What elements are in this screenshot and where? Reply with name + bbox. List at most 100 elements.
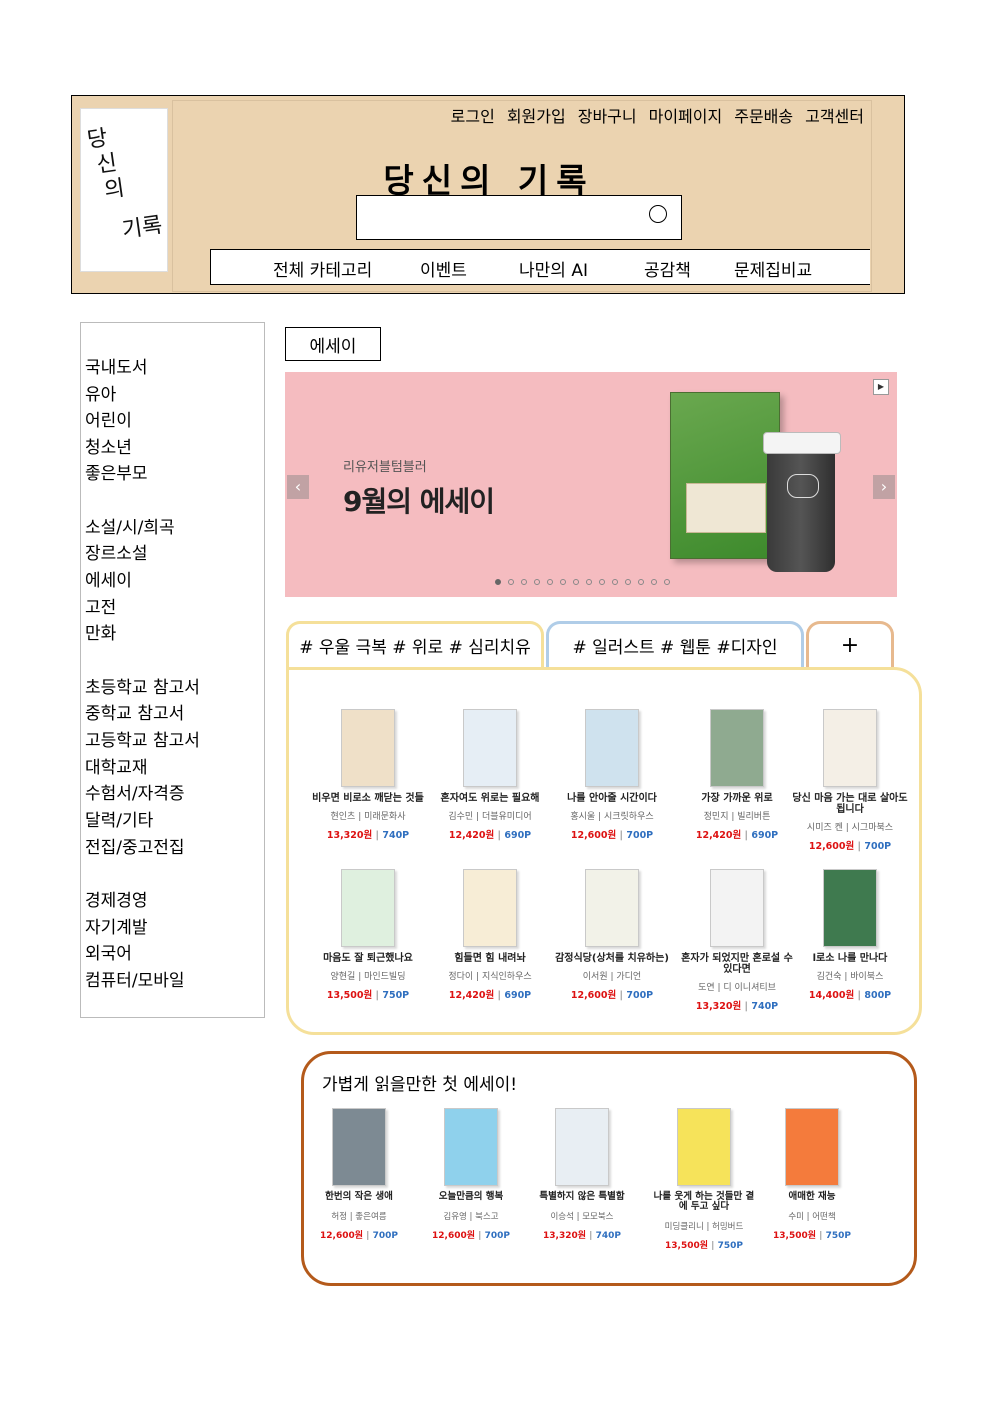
pagination-dot[interactable]	[495, 579, 501, 585]
cart-link[interactable]: 장바구니	[578, 103, 637, 127]
promo-banner[interactable]: 리유저블텀블러 9월의 에세이 ‹ › ▶	[285, 372, 897, 597]
book-cover-image[interactable]	[585, 709, 639, 787]
book-title[interactable]: 한번의 작은 생애	[307, 1192, 411, 1202]
book-cover-image[interactable]	[341, 869, 395, 947]
book-card[interactable]: 혼자여도 위로는 필요해 김수민 | 더블유미디어 12,420원 | 690P	[431, 709, 549, 841]
book-cover-image[interactable]	[677, 1108, 731, 1186]
book-card[interactable]: 가장 가까운 위로 정민지 | 빌리버튼 12,420원 | 690P	[678, 709, 796, 841]
sidebar-item-infant[interactable]: 유아	[85, 380, 116, 405]
pagination-dot[interactable]	[508, 579, 514, 585]
sidebar-item-classics[interactable]: 고전	[85, 593, 116, 618]
book-cover-image[interactable]	[555, 1108, 609, 1186]
book-title[interactable]: 비우면 비로소 깨닫는 것들	[309, 793, 427, 804]
tab-add-button[interactable]: +	[806, 621, 894, 667]
book-cover-image[interactable]	[332, 1108, 386, 1186]
book-card[interactable]: 특별하지 않은 특별함 이승석 | 모모북스 13,320원 | 740P	[530, 1108, 634, 1241]
customer-center-link[interactable]: 고객센터	[805, 103, 864, 127]
sidebar-item-domestic-books[interactable]: 국내도서	[85, 353, 148, 378]
book-card[interactable]: 감정식당(상처를 치유하는) 이서원 | 가디언 12,600원 | 700P	[553, 869, 671, 1001]
book-title[interactable]: 특별하지 않은 특별함	[530, 1192, 634, 1202]
book-cover-image[interactable]	[785, 1108, 839, 1186]
book-card[interactable]: 혼자가 되었지만 혼로설 수 있다면 도연 | 디 이니셔티브 13,320원 | …	[678, 869, 796, 1012]
tab-healing[interactable]: # 우울 극복 # 위로 # 심리치유	[286, 621, 544, 667]
pagination-dot[interactable]	[664, 579, 670, 585]
pagination-dot[interactable]	[521, 579, 527, 585]
sidebar-item-elementary-ref[interactable]: 초등학교 참고서	[85, 673, 200, 698]
sidebar-item-genre-novel[interactable]: 장르소설	[85, 539, 148, 564]
play-icon[interactable]: ▶	[873, 379, 889, 395]
book-title[interactable]: 오늘만큼의 행복	[419, 1192, 523, 1202]
book-card[interactable]: 마음도 잘 퇴근했나요 양현길 | 마인드빌딩 13,500원 | 750P	[309, 869, 427, 1001]
sidebar-item-calendar-etc[interactable]: 달력/기타	[85, 806, 153, 831]
book-cover-image[interactable]	[585, 869, 639, 947]
sidebar-item-computer-mobile[interactable]: 컴퓨터/모바일	[85, 966, 185, 991]
sidebar-item-high-ref[interactable]: 고등학교 참고서	[85, 726, 200, 751]
book-cover-image[interactable]	[823, 869, 877, 947]
book-title[interactable]: 감정식당(상처를 치유하는)	[553, 953, 671, 964]
search-icon[interactable]	[649, 205, 667, 223]
pagination-dot[interactable]	[625, 579, 631, 585]
book-card[interactable]: 나를 안아줄 시간이다 홍시울 | 시크릿하우스 12,600원 | 700P	[553, 709, 671, 841]
book-card[interactable]: 당신 마음 가는 대로 살아도 됩니다 시미즈 켄 | 시그마북스 12,600원 …	[791, 709, 909, 852]
book-cover-image[interactable]	[444, 1108, 498, 1186]
sidebar-item-children[interactable]: 어린이	[85, 406, 132, 431]
nav-all-categories[interactable]: 전체 카테고리	[273, 256, 372, 281]
search-input[interactable]	[356, 195, 682, 240]
pagination-dot[interactable]	[612, 579, 618, 585]
pagination-dot[interactable]	[560, 579, 566, 585]
sidebar-item-foreign-lang[interactable]: 외국어	[85, 939, 132, 964]
book-title[interactable]: 나를 웃게 하는 것들만 곁에 두고 싶다	[652, 1192, 756, 1212]
book-cover-image[interactable]	[463, 709, 517, 787]
sidebar-item-teen[interactable]: 청소년	[85, 433, 132, 458]
sidebar-item-parenting[interactable]: 좋은부모	[85, 459, 148, 484]
book-cover-image[interactable]	[823, 709, 877, 787]
login-link[interactable]: 로그인	[451, 103, 495, 127]
banner-prev-button[interactable]: ‹	[287, 475, 309, 499]
sidebar-item-novel-poem-play[interactable]: 소설/시/희곡	[85, 513, 175, 538]
sidebar-item-self-dev[interactable]: 자기계발	[85, 913, 148, 938]
nav-my-ai[interactable]: 나만의 AI	[519, 256, 588, 281]
sidebar-item-middle-ref[interactable]: 중학교 참고서	[85, 699, 184, 724]
book-card[interactable]: 나를 웃게 하는 것들만 곁에 두고 싶다 미딩클리니 | 허밍버드 13,500원…	[652, 1108, 756, 1251]
book-card[interactable]: l로소 나를 만나다 김건숙 | 바이북스 14,400원 | 800P	[791, 869, 909, 1001]
book-card[interactable]: 오늘만큼의 행복 김유영 | 북스고 12,600원 | 700P	[419, 1108, 523, 1241]
tab-illustration[interactable]: # 일러스트 # 웹툰 #디자인	[546, 621, 804, 667]
sidebar-item-collections[interactable]: 전집/중고전집	[85, 833, 185, 858]
banner-next-button[interactable]: ›	[873, 475, 895, 499]
nav-empathy-books[interactable]: 공감책	[644, 256, 691, 281]
book-cover-image[interactable]	[710, 869, 764, 947]
order-delivery-link[interactable]: 주문배송	[734, 103, 793, 127]
book-cover-image[interactable]	[463, 869, 517, 947]
book-card[interactable]: 한번의 작은 생애 허정 | 좋은여름 12,600원 | 700P	[307, 1108, 411, 1241]
nav-workbook-compare[interactable]: 문제집비교	[734, 256, 812, 281]
pagination-dot[interactable]	[573, 579, 579, 585]
sidebar-item-essay[interactable]: 에세이	[85, 566, 132, 591]
mypage-link[interactable]: 마이페이지	[649, 103, 723, 127]
pagination-dot[interactable]	[599, 579, 605, 585]
book-cover-image[interactable]	[341, 709, 395, 787]
book-card[interactable]: 힘들면 힘 내려놔 정다이 | 지식인하우스 12,420원 | 690P	[431, 869, 549, 1001]
sidebar-item-university[interactable]: 대학교재	[85, 753, 148, 778]
book-card[interactable]: 애매한 재능 수미 | 어떤책 13,500원 | 750P	[760, 1108, 864, 1241]
book-title[interactable]: 나를 안아줄 시간이다	[553, 793, 671, 804]
book-title[interactable]: 마음도 잘 퇴근했나요	[309, 953, 427, 964]
pagination-dot[interactable]	[638, 579, 644, 585]
pagination-dot[interactable]	[547, 579, 553, 585]
book-title[interactable]: 당신 마음 가는 대로 살아도 됩니다	[791, 793, 909, 815]
sidebar-item-exam-cert[interactable]: 수험서/자격증	[85, 779, 185, 804]
sidebar-item-comics[interactable]: 만화	[85, 619, 116, 644]
signup-link[interactable]: 회원가입	[507, 103, 566, 127]
book-title[interactable]: l로소 나를 만나다	[791, 953, 909, 964]
book-title[interactable]: 애매한 재능	[760, 1192, 864, 1202]
pagination-dot[interactable]	[586, 579, 592, 585]
book-title[interactable]: 혼자여도 위로는 필요해	[431, 793, 549, 804]
sidebar-item-business[interactable]: 경제경영	[85, 886, 148, 911]
nav-events[interactable]: 이벤트	[420, 256, 467, 281]
book-title[interactable]: 가장 가까운 위로	[678, 793, 796, 804]
book-card[interactable]: 비우면 비로소 깨닫는 것들 현인츠 | 미래문화사 13,320원 | 740P	[309, 709, 427, 841]
pagination-dot[interactable]	[534, 579, 540, 585]
book-title[interactable]: 힘들면 힘 내려놔	[431, 953, 549, 964]
book-cover-image[interactable]	[710, 709, 764, 787]
pagination-dot[interactable]	[651, 579, 657, 585]
book-title[interactable]: 혼자가 되었지만 혼로설 수 있다면	[678, 953, 796, 975]
